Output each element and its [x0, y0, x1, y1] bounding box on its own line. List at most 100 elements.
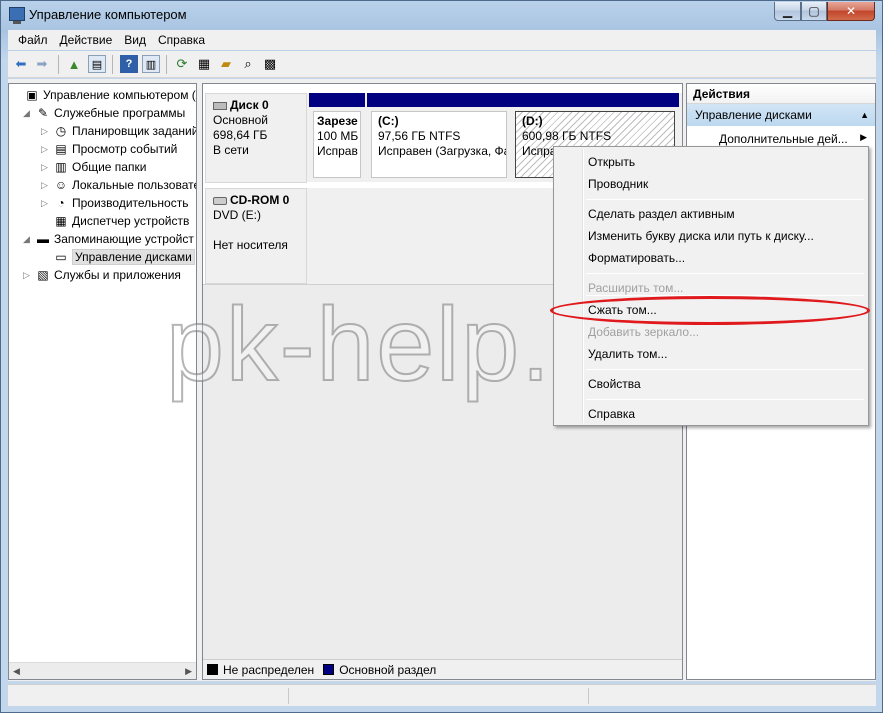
tree-item[interactable]: ▷ ◔ Производительность	[41, 194, 188, 212]
collapse-arrow-icon[interactable]: ◢	[23, 108, 32, 119]
tree-item[interactable]: ◢ ▬ Запоминающие устройст	[23, 230, 194, 248]
ctx-change-letter-item[interactable]: Изменить букву диска или путь к диску...	[588, 229, 814, 243]
tree-item[interactable]: ▷ ▤ Просмотр событий	[41, 140, 177, 158]
help-icon[interactable]: ?	[120, 55, 138, 73]
close-button[interactable]: ✕	[827, 2, 875, 21]
tree-item[interactable]: ▣ Управление компьютером (л	[12, 86, 197, 104]
ctx-help-item[interactable]: Справка	[588, 407, 635, 421]
ctx-extend-item: Расширить том...	[588, 281, 684, 295]
expand-arrow-icon[interactable]: ▷	[41, 126, 50, 137]
menu-separator	[586, 399, 864, 400]
collapse-up-icon[interactable]: ▲	[860, 110, 869, 120]
disk-list-icon[interactable]: ▩	[261, 55, 279, 73]
title-bar[interactable]: Управление компьютером ▁ ▢ ✕	[1, 1, 882, 29]
menu-separator	[586, 273, 864, 274]
tree-item-label: Локальные пользовате	[72, 178, 197, 192]
cdrom0-name: CD-ROM 0	[230, 193, 290, 207]
ctx-shrink-item[interactable]: Сжать том...	[588, 303, 657, 317]
toolbar: ⬅ ➡ ▲ ▤ ? ▥ ⟳ ▦ ▰ ⌕ ▩	[8, 51, 876, 78]
expand-arrow-icon[interactable]: ▷	[23, 270, 32, 281]
legend-primary-swatch	[323, 664, 335, 675]
event-viewer-icon: ▤	[55, 142, 67, 156]
close-icon: ✕	[845, 4, 857, 18]
tree-item-label: Производительность	[72, 196, 189, 210]
legend-unallocated-swatch	[207, 664, 218, 675]
window-title: Управление компьютером	[29, 7, 187, 22]
ctx-add-mirror-item: Добавить зеркало...	[588, 325, 700, 339]
legend-unallocated-label: Не распределен	[223, 662, 315, 677]
collapse-arrow-icon[interactable]: ◢	[23, 234, 32, 245]
partition-title: (D:)	[522, 114, 543, 128]
partition-size: 97,56 ГБ NTFS	[378, 129, 461, 143]
actions-more-label: Дополнительные дей...	[719, 132, 848, 146]
disk-management-icon: ▭	[55, 250, 67, 264]
services-icon: ▧	[37, 268, 49, 282]
menu-file[interactable]: Файл	[12, 33, 54, 47]
refresh-icon[interactable]: ⟳	[173, 55, 191, 73]
legend: Не распределен Основной раздел	[203, 659, 682, 679]
tree-item-label: Общие папки	[72, 160, 147, 174]
partition-size: 100 МБ	[317, 129, 359, 143]
tree-item[interactable]: ◢ ✎ Служебные программы	[23, 104, 185, 122]
status-bar	[8, 684, 876, 706]
properties-icon[interactable]: ▦	[195, 55, 213, 73]
ctx-mark-active-item[interactable]: Сделать раздел активным	[588, 207, 735, 221]
menu-separator	[586, 369, 864, 370]
menu-separator	[586, 295, 864, 296]
tree-item[interactable]: ▷ ▧ Службы и приложения	[23, 266, 181, 284]
tree-item[interactable]: ▷ ▥ Общие папки	[41, 158, 146, 176]
up-folder-icon[interactable]: ▲	[65, 55, 83, 73]
maximize-icon: ▢	[808, 4, 820, 18]
cdrom-icon	[213, 196, 227, 205]
scroll-right-icon[interactable]: ▶	[185, 666, 192, 677]
hdd-icon	[213, 101, 227, 110]
disk0-name: Диск 0	[230, 98, 269, 112]
actions-group-disk-management[interactable]: Управление дисками ▲	[687, 104, 875, 126]
back-arrow-icon[interactable]: ⬅	[12, 55, 30, 73]
tree-item-label: Просмотр событий	[72, 142, 178, 156]
menu-help[interactable]: Справка	[152, 33, 211, 47]
forward-arrow-icon[interactable]: ➡	[33, 55, 51, 73]
tree-item[interactable]: ▦ Диспетчер устройств	[41, 212, 189, 230]
actions-more-item[interactable]: Дополнительные дей... ▶	[687, 126, 875, 146]
tree-item[interactable]: ▷ ◷ Планировщик заданий	[41, 122, 196, 140]
ctx-delete-item[interactable]: Удалить том...	[588, 347, 667, 361]
partition-bar	[511, 93, 679, 107]
ctx-format-item[interactable]: Форматировать...	[588, 251, 685, 265]
show-hide-action-pane-icon[interactable]: ▥	[142, 55, 160, 73]
partition-status: Исправен (Загрузка, Фа	[378, 144, 507, 158]
partition-title: (C:)	[378, 114, 399, 128]
ctx-properties-item[interactable]: Свойства	[588, 377, 641, 391]
expand-arrow-icon[interactable]: ▷	[41, 180, 50, 191]
disk0-label[interactable]: Диск 0 Основной 698,64 ГБ В сети	[205, 93, 307, 183]
tree-item[interactable]: ▭ Управление дисками	[41, 248, 195, 266]
ctx-open-item[interactable]: Открыть	[588, 155, 635, 169]
submenu-arrow-icon: ▶	[860, 132, 867, 142]
tree-horizontal-scrollbar[interactable]: ◀ ▶	[9, 662, 196, 679]
clock-icon: ◷	[55, 124, 67, 138]
search-icon[interactable]: ⌕	[239, 55, 257, 73]
open-folder-icon[interactable]: ▰	[217, 55, 235, 73]
tree-item-label: Управление компьютером (л	[43, 88, 197, 102]
tree-item-label: Управление дисками	[72, 249, 195, 265]
menu-action[interactable]: Действие	[54, 33, 119, 47]
maximize-button[interactable]: ▢	[801, 2, 827, 21]
scroll-left-icon[interactable]: ◀	[13, 666, 20, 677]
expand-arrow-icon[interactable]: ▷	[41, 144, 50, 155]
partition-c[interactable]: (C:) 97,56 ГБ NTFS Исправен (Загрузка, Ф…	[367, 93, 511, 182]
tree-item-label: Диспетчер устройств	[72, 214, 190, 228]
tree-item[interactable]: ▷ ☺ Локальные пользовате	[41, 176, 197, 194]
minimize-button[interactable]: ▁	[774, 2, 801, 21]
menu-view[interactable]: Вид	[118, 33, 152, 47]
show-hide-tree-icon[interactable]: ▤	[88, 55, 106, 73]
ctx-explore-item[interactable]: Проводник	[588, 177, 648, 191]
partition-reserved[interactable]: Зарезе 100 МБ Исправ	[309, 93, 365, 182]
expand-arrow-icon[interactable]: ▷	[41, 162, 50, 173]
console-tree: ▣ Управление компьютером (л ◢ ✎ Служебные пр…	[8, 83, 197, 680]
expand-arrow-icon[interactable]: ▷	[41, 198, 50, 209]
legend-primary-label: Основной раздел	[339, 662, 437, 677]
context-menu: Открыть Проводник Сделать раздел активным И…	[553, 146, 869, 426]
cdrom0-label[interactable]: CD-ROM 0 DVD (E:) Нет носителя	[205, 188, 307, 284]
app-window: Управление компьютером ▁ ▢ ✕ Файл Действ…	[0, 0, 883, 713]
tree-item-label: Служебные программы	[54, 106, 186, 120]
